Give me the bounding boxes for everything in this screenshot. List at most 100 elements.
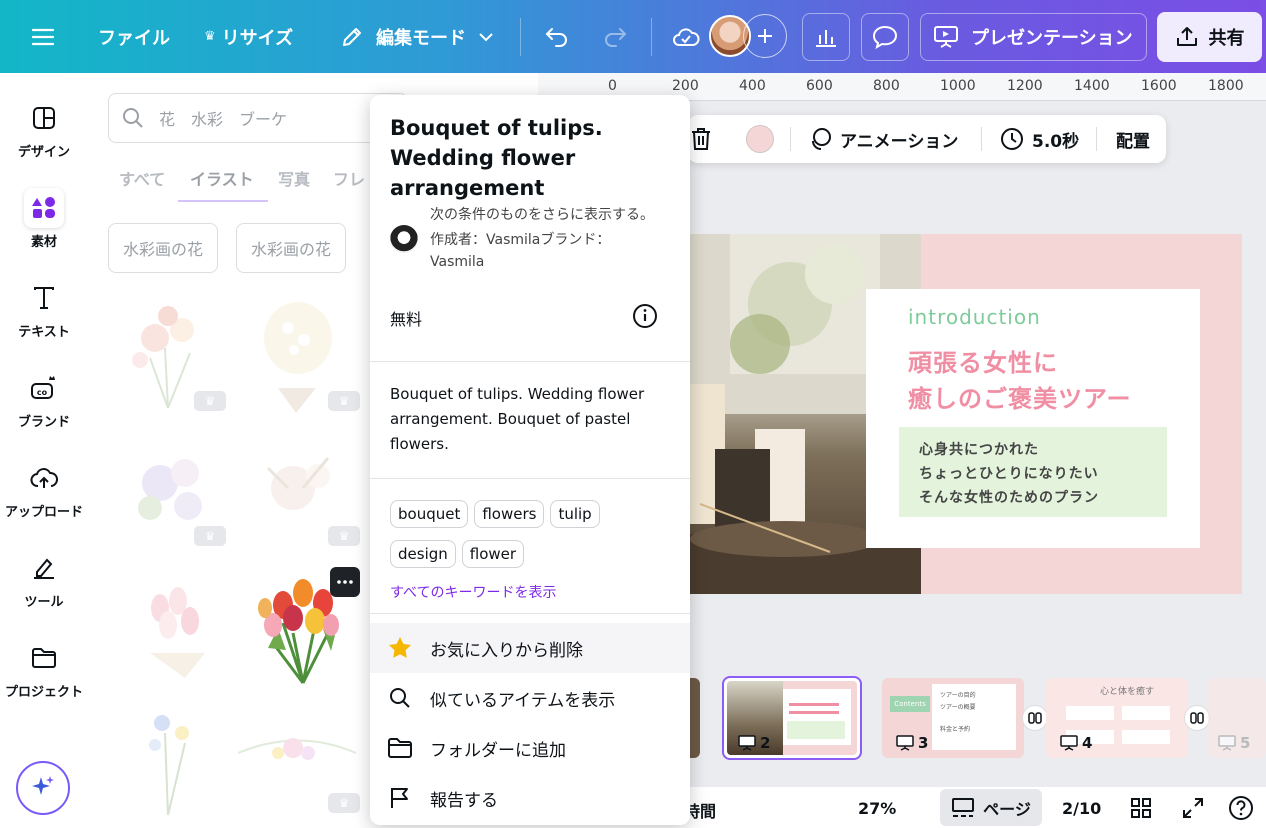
divider	[790, 127, 791, 151]
file-menu[interactable]: ファイル	[98, 0, 170, 73]
ruler-tick: 600	[806, 78, 833, 94]
transition-button[interactable]	[1022, 705, 1048, 731]
divider	[370, 613, 690, 614]
animation-label: アニメーション	[840, 131, 959, 152]
slide-title-line1: 頑張る女性に	[908, 349, 1058, 377]
slide-thumb-2[interactable]: 2	[722, 676, 862, 760]
rail-item-design[interactable]: デザイン	[0, 98, 88, 160]
tab-underline	[178, 200, 268, 202]
menu-show-similar[interactable]: 似ているアイテムを表示	[370, 673, 690, 723]
illustration-thumb[interactable]	[110, 563, 228, 688]
menu-report[interactable]: 報告する	[370, 773, 690, 823]
rail-label: アップロード	[4, 505, 83, 520]
keyword-tag[interactable]: design	[390, 540, 456, 568]
rail-item-uploads[interactable]: アップロード	[0, 458, 88, 520]
magic-assistant-button[interactable]	[16, 761, 70, 815]
rail-label: デザイン	[17, 145, 70, 160]
illustration-thumb[interactable]	[110, 693, 228, 818]
position-button[interactable]: 配置	[1116, 115, 1150, 163]
thumb-preview: ツアーの目的 ツアーの概要 料金と予約	[932, 684, 1016, 750]
divider	[981, 127, 982, 151]
rail-item-tools[interactable]: ツール	[0, 548, 88, 610]
rail-item-projects[interactable]: プロジェクト	[0, 638, 88, 700]
color-swatch[interactable]	[746, 125, 774, 153]
rail-label: テキスト	[18, 325, 70, 340]
more-options-button[interactable]	[330, 567, 360, 597]
trash-icon[interactable]	[690, 127, 712, 151]
rail-item-elements[interactable]: 素材	[0, 188, 88, 250]
divider	[520, 18, 521, 56]
sparkle-icon	[29, 774, 57, 802]
resize-button[interactable]: ♛ リサイズ	[204, 0, 293, 73]
help-icon[interactable]	[1228, 795, 1254, 821]
suggestion-chip[interactable]: 水彩画の花	[236, 223, 347, 273]
menu-label: お気に入りから削除	[430, 640, 583, 661]
tab-all[interactable]: すべて	[119, 166, 165, 190]
redo-icon[interactable]	[596, 18, 634, 56]
ruler-tick: 1600	[1141, 78, 1177, 94]
share-button[interactable]: 共有	[1157, 12, 1262, 62]
pages-label: ページ	[983, 799, 1031, 819]
insights-button[interactable]	[802, 13, 850, 61]
search-input[interactable]: 花 水彩 ブーケ	[159, 106, 287, 130]
more-from-label[interactable]: 次の条件のものをさらに表示する。	[430, 204, 654, 224]
menu-add-folder[interactable]: フォルダーに追加	[370, 723, 690, 773]
premium-crown-icon: ♛	[328, 391, 360, 411]
slide-title-line2: 癒しのご褒美ツアー	[908, 385, 1132, 413]
tab-illustrations[interactable]: イラスト	[190, 166, 254, 190]
menu-icon[interactable]	[24, 18, 62, 56]
menu-label: 報告する	[430, 790, 498, 811]
duration-button[interactable]: 5.0秒	[1000, 115, 1079, 163]
layout-icon	[24, 98, 64, 138]
thumb-num-label: 5	[1240, 734, 1251, 752]
tools-icon	[24, 548, 64, 588]
cloud-saved-icon[interactable]	[667, 18, 705, 56]
premium-crown-icon: ♛	[328, 526, 360, 546]
info-icon[interactable]	[632, 303, 658, 329]
star-icon	[370, 635, 430, 661]
slide-thumb-5[interactable]: 5	[1208, 678, 1266, 758]
fullscreen-icon[interactable]	[1182, 797, 1204, 819]
tab-frames[interactable]: フレ	[333, 166, 365, 190]
rail-item-text[interactable]: テキスト	[0, 278, 88, 340]
edit-mode-dropdown[interactable]: 編集モード	[340, 0, 494, 73]
author-name[interactable]: Vasmila	[430, 254, 484, 270]
animation-button[interactable]: アニメーション	[808, 115, 958, 163]
add-collaborator-button[interactable]	[743, 14, 787, 58]
comments-button[interactable]	[861, 13, 909, 61]
undo-icon[interactable]	[538, 18, 576, 56]
price-label: 無料	[390, 310, 423, 329]
grid-view-icon[interactable]	[1130, 797, 1152, 819]
keyword-tag[interactable]: tulip	[550, 500, 600, 528]
premium-crown-icon: ♛	[194, 526, 226, 546]
slide-thumb-3[interactable]: Contents ツアーの目的 ツアーの概要 料金と予約 3	[882, 678, 1024, 758]
tab-photos[interactable]: 写真	[278, 166, 310, 190]
pages-button[interactable]: ページ	[940, 789, 1042, 826]
pencil-icon	[340, 25, 364, 49]
suggestion-chip[interactable]: 水彩画の花	[108, 223, 219, 273]
show-all-keywords-link[interactable]: すべてのキーワードを表示	[390, 582, 556, 602]
present-button[interactable]: プレゼンテーション	[920, 13, 1147, 61]
keyword-tag[interactable]: bouquet	[390, 500, 469, 528]
transition-button[interactable]	[1184, 705, 1210, 731]
zoom-level[interactable]: 27%	[858, 799, 896, 818]
rail-label: 素材	[30, 235, 57, 250]
rail-item-brand[interactable]: co ブランド	[0, 368, 88, 430]
slide-thumb-4[interactable]: 心と体を癒す 4	[1046, 678, 1188, 758]
brand-icon: co	[24, 368, 64, 408]
author-avatar[interactable]	[390, 225, 418, 253]
thumb-box	[1122, 730, 1170, 744]
duration-label: 5.0秒	[1032, 131, 1080, 152]
description: Bouquet of tulips. Wedding flower arrang…	[390, 385, 645, 453]
elements-icon	[24, 188, 64, 228]
rail-label: プロジェクト	[4, 685, 83, 700]
keyword-tag[interactable]: flower	[461, 540, 525, 568]
ruler-tick: 1000	[940, 78, 976, 94]
keyword-tag[interactable]: flowers	[474, 500, 545, 528]
element-info-popup: Bouquet of tulips. Wedding flower arrang…	[370, 95, 690, 825]
menu-remove-favorite[interactable]: お気に入りから削除	[370, 623, 690, 673]
search-box[interactable]: 花 水彩 ブーケ	[108, 93, 408, 143]
popup-title: Bouquet of tulips. Wedding flower arrang…	[390, 116, 603, 200]
crown-icon: ♛	[204, 29, 216, 44]
slide-2[interactable]: introduction 頑張る女性に 癒しのご褒美ツアー 心身共につかれた ち…	[690, 234, 1242, 594]
